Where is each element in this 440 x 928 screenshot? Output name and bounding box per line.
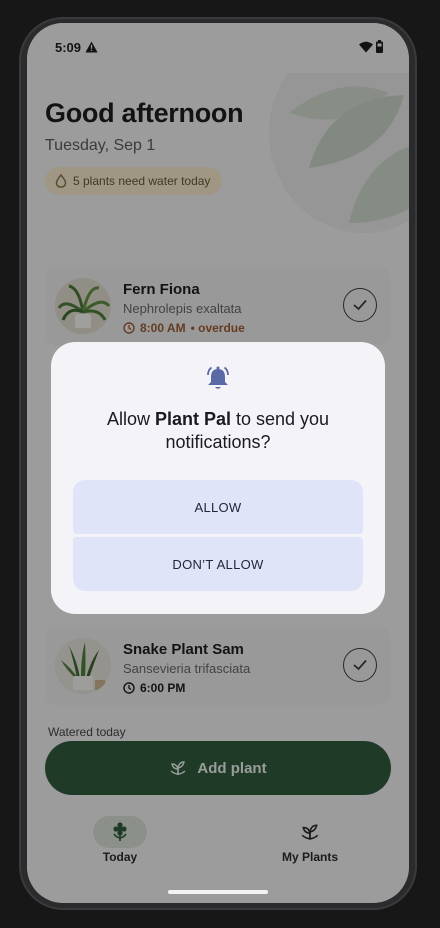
allow-button[interactable]: ALLOW [73,480,363,534]
home-indicator[interactable] [168,890,268,894]
app-screen: 5:09 Good afternoon Tuesday, Sep 1 5 pla… [27,23,409,903]
dialog-app-name: Plant Pal [154,409,231,429]
bell-icon [207,366,229,389]
dialog-message-prefix: Allow [106,409,155,429]
dont-allow-button[interactable]: DON’T ALLOW [73,537,363,591]
notification-permission-dialog: Allow Plant Pal to send you notification… [51,342,385,614]
dialog-message: Allow Plant Pal to send you notification… [71,408,365,454]
